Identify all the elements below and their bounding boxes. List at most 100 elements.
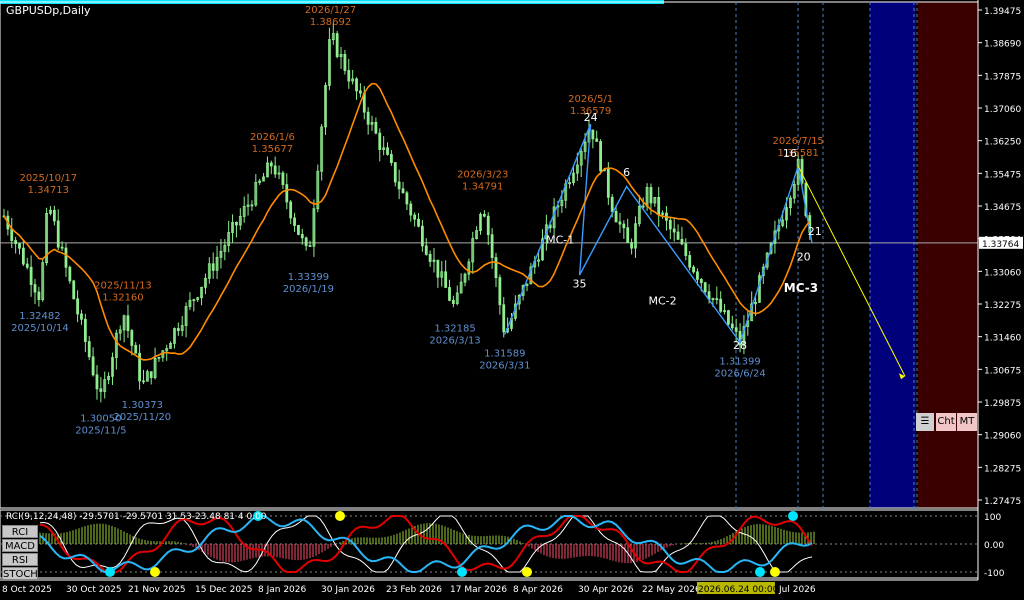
pivot-price-label: 1.32185 <box>434 323 475 334</box>
candle-body <box>308 245 312 247</box>
candle-body <box>490 234 494 258</box>
time-tick-label: 22 May 2026 <box>642 585 701 595</box>
pivot-date-label: 1.35677 <box>252 144 293 155</box>
candle-body <box>413 214 417 220</box>
candle-body <box>498 277 502 306</box>
candle-body <box>359 90 362 94</box>
signal-marker <box>457 567 467 577</box>
candle-body <box>595 138 599 142</box>
candle-body <box>719 298 723 312</box>
time-tick-label: 15 Dec 2025 <box>195 585 253 595</box>
current-price-label: 1.33764 <box>982 240 1019 250</box>
candle-body <box>37 291 41 301</box>
candle-body <box>386 147 389 155</box>
price-tick-label: 1.37875 <box>984 72 1021 82</box>
candle-body <box>289 201 293 219</box>
pivot-price-label: 1.33399 <box>288 272 329 283</box>
candle-body <box>293 217 296 226</box>
candle-body <box>692 266 695 273</box>
rsi-label[interactable]: RSI <box>2 553 38 566</box>
candle-body <box>696 271 699 280</box>
wave-label: 16 <box>783 147 797 160</box>
candle-body <box>676 231 680 240</box>
subwindow-tick-label: -100 <box>984 569 1005 579</box>
price-tick-label: 1.39475 <box>984 7 1021 17</box>
candle-body <box>378 132 382 150</box>
candle-body <box>76 298 80 315</box>
subwindow-title: RCI(9,12,24,48) -29.5701 -29.5701 31.53-… <box>6 512 267 522</box>
candle-body <box>405 192 409 205</box>
wave-label: MC-3 <box>784 281 818 295</box>
price-tick-label: 1.36250 <box>984 138 1021 148</box>
price-tick-label: 1.37060 <box>984 105 1021 115</box>
candle-body <box>684 243 688 256</box>
pivot-price-label: 1.31589 <box>484 349 525 360</box>
wave-label: MC-2 <box>649 295 677 308</box>
price-tick-label: 1.38690 <box>984 40 1021 50</box>
stoch-label[interactable]: STOCH <box>2 567 38 580</box>
candle-body <box>134 345 138 354</box>
candle-body <box>304 237 308 246</box>
price-chart[interactable]: 1.324822025/10/142025/10/171.347131.3005… <box>0 0 1024 600</box>
candle-body <box>80 313 83 320</box>
candle-body <box>33 284 37 293</box>
cht-button[interactable]: Cht <box>936 413 956 431</box>
candle-body <box>374 121 378 134</box>
candle-body <box>273 165 277 175</box>
candle-body <box>502 304 506 333</box>
signal-marker <box>150 567 160 577</box>
candle-body <box>688 255 692 268</box>
candle-body <box>409 203 413 216</box>
rci-label[interactable]: RCI <box>2 525 38 538</box>
subwindow-tick-label: 0.00 <box>984 541 1004 551</box>
candle-body <box>52 209 56 222</box>
candle-body <box>451 300 455 304</box>
candle-body <box>366 111 370 125</box>
candle-body <box>18 243 21 249</box>
candle-body <box>614 210 618 223</box>
candle-body <box>591 129 595 140</box>
wave-label: 21 <box>808 225 822 238</box>
time-tick-label: Jul 2026 <box>778 585 816 595</box>
future-zone-blue <box>870 2 916 508</box>
candle-body <box>343 54 347 71</box>
candle-body <box>401 188 405 194</box>
grid-button[interactable]: ☰ <box>916 413 934 431</box>
price-tick-label: 1.29875 <box>984 399 1021 409</box>
pivot-price-label: 1.30373 <box>122 400 163 411</box>
symbol-label: GBPUSDp,Daily <box>6 4 91 17</box>
signal-marker <box>788 511 798 521</box>
candle-body <box>68 266 72 282</box>
pivot-date-label: 2025/10/14 <box>11 323 69 334</box>
candle-body <box>618 221 622 225</box>
time-tick-label: 30 Oct 2025 <box>66 585 122 595</box>
price-tick-label: 1.28275 <box>984 464 1021 474</box>
candle-body <box>734 327 738 332</box>
macd-label[interactable]: MACD <box>2 539 38 552</box>
candle-body <box>235 222 238 226</box>
candle-body <box>29 266 33 285</box>
pivot-date-label: 2025/11/20 <box>114 412 172 423</box>
time-tick-label: 30 Apr 2026 <box>578 585 634 595</box>
candle-body <box>56 220 60 248</box>
candle-body <box>699 278 703 284</box>
pivot-date-label: 1.34791 <box>462 182 503 193</box>
wave-label: 20 <box>797 250 811 263</box>
candle-body <box>335 33 339 58</box>
candle-body <box>300 234 304 239</box>
wave-label: MC-1 <box>546 233 574 246</box>
pivot-price-label: 2026/5/1 <box>568 94 613 105</box>
pivot-date-label: 2026/6/24 <box>714 369 765 380</box>
mt-button[interactable]: MT <box>957 413 977 431</box>
candle-body <box>610 196 614 212</box>
candle-body <box>657 196 661 215</box>
plot-area <box>0 2 978 508</box>
pivot-price-label: 2026/7/15 <box>773 136 824 147</box>
signal-marker <box>335 511 345 521</box>
candle-body <box>428 253 432 262</box>
subwindow-tick-label: 100 <box>984 513 1001 523</box>
candle-body <box>211 263 215 271</box>
pivot-date-label: 1.32160 <box>102 292 143 303</box>
price-tick-label: 1.29060 <box>984 432 1021 442</box>
time-tick-label: 21 Nov 2025 <box>128 585 186 595</box>
